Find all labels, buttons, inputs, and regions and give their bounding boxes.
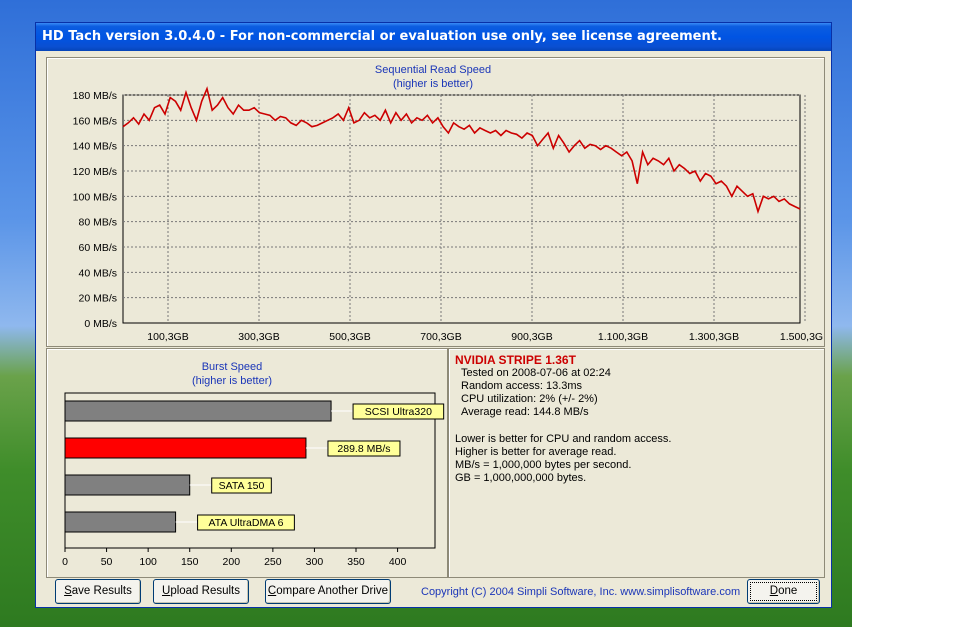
sequential-chart-title: Sequential Read Speed (375, 64, 491, 76)
save-results-button[interactable]: Save Results (55, 579, 141, 604)
sequential-y-tick: 100 MB/s (73, 191, 117, 203)
window-title: HD Tach version 3.0.4.0 - For non-commer… (36, 23, 831, 51)
sequential-y-tick: 40 MB/s (78, 267, 117, 279)
sequential-read-chart: Sequential Read Speed (higher is better)… (73, 64, 830, 343)
hdtach-window: HD Tach version 3.0.4.0 - For non-commer… (35, 22, 832, 608)
upload-results-label: pload Results (170, 585, 240, 597)
average-read: Average read: 144.8 MB/s (461, 406, 589, 418)
drive-name: NVIDIA STRIPE 1.36T (455, 353, 576, 367)
note-gb-definition: GB = 1,000,000,000 bytes. (455, 472, 587, 484)
save-results-mnemonic: S (64, 585, 72, 597)
burst-bar-label: 289.8 MB/s (337, 443, 390, 455)
sequential-x-tick: 1.100,3GB (598, 331, 648, 343)
burst-x-tick: 200 (223, 556, 241, 568)
burst-speed-chart: Burst Speed (higher is better) SCSI Ultr… (62, 361, 445, 568)
burst-x-tick: 0 (62, 556, 68, 568)
sequential-chart-subtitle: (higher is better) (393, 78, 473, 90)
compare-another-drive-button[interactable]: Compare Another Drive (265, 579, 391, 604)
copyright-text: Copyright (C) 2004 Simpli Software, Inc.… (421, 586, 741, 598)
compare-mnemonic: C (267, 585, 277, 597)
sequential-x-tick: 100,3GB (147, 331, 188, 343)
burst-chart-subtitle: (higher is better) (192, 375, 272, 387)
sequential-y-tick: 0 MB/s (84, 318, 117, 330)
drive-info-panel: NVIDIA STRIPE 1.36T Tested on 2008-07-06… (448, 348, 825, 578)
sequential-x-tick: 500,3GB (329, 331, 370, 343)
burst-x-tick: 100 (139, 556, 157, 568)
done-focus-rect (750, 582, 817, 601)
sequential-read-panel: Sequential Read Speed (higher is better)… (46, 57, 830, 347)
upload-results-button[interactable]: Upload Results (153, 579, 249, 604)
burst-bar-label: ATA UltraDMA 6 (209, 517, 284, 529)
burst-x-tick: 50 (101, 556, 113, 568)
burst-bar (64, 474, 191, 496)
burst-x-tick: 250 (264, 556, 282, 568)
burst-bar (64, 400, 332, 422)
burst-x-tick: 150 (181, 556, 199, 568)
sequential-y-tick: 80 MB/s (78, 217, 117, 229)
burst-x-tick: 400 (389, 556, 407, 568)
note-lower-better: Lower is better for CPU and random acces… (455, 433, 672, 445)
sequential-y-tick: 20 MB/s (78, 293, 117, 305)
sequential-y-tick: 140 MB/s (73, 141, 117, 153)
sequential-x-tick: 300,3GB (238, 331, 279, 343)
sequential-x-tick: 1.300,3GB (689, 331, 739, 343)
cpu-utilization: CPU utilization: 2% (+/- 2%) (461, 393, 598, 405)
sequential-x-tick: 900,3GB (511, 331, 552, 343)
sequential-x-tick: 700,3GB (420, 331, 461, 343)
burst-chart-title: Burst Speed (202, 361, 263, 373)
burst-bar (64, 437, 307, 459)
burst-bar-label: SATA 150 (219, 480, 265, 492)
note-mbs-definition: MB/s = 1,000,000 bytes per second. (455, 459, 632, 471)
note-higher-better: Higher is better for average read. (455, 446, 617, 458)
sequential-y-tick: 60 MB/s (78, 242, 117, 254)
done-button[interactable]: Done (747, 579, 820, 604)
compare-label: ompare Another Drive (276, 585, 389, 597)
burst-bar-label: SCSI Ultra320 (365, 406, 432, 418)
random-access: Random access: 13.3ms (461, 380, 583, 392)
sequential-y-tick: 160 MB/s (73, 115, 117, 127)
sequential-x-tick: 1.500,3GE (780, 331, 824, 343)
burst-speed-panel: Burst Speed (higher is better) SCSI Ultr… (46, 348, 448, 578)
sequential-plot-area (122, 94, 801, 324)
burst-x-tick: 300 (306, 556, 324, 568)
sequential-y-tick: 180 MB/s (73, 90, 117, 102)
burst-x-tick: 350 (347, 556, 365, 568)
sequential-y-tick: 120 MB/s (73, 166, 117, 178)
save-results-label: ave Results (71, 585, 132, 597)
test-date: Tested on 2008-07-06 at 02:24 (461, 367, 611, 379)
burst-bar (64, 511, 177, 533)
